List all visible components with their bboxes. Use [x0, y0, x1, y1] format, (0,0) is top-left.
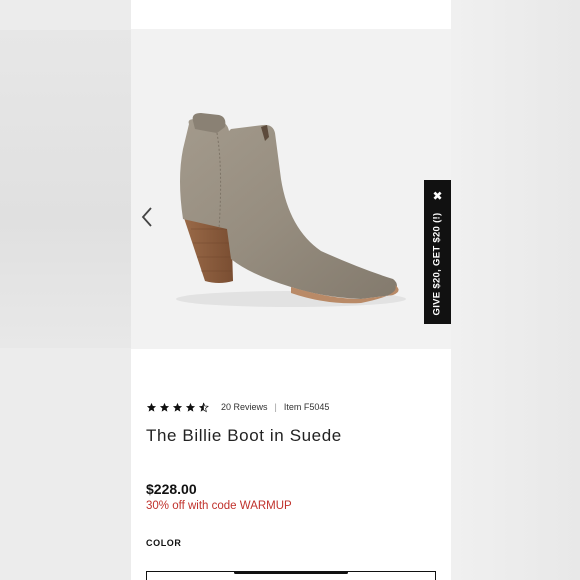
star-icon	[146, 402, 157, 412]
star-icon	[172, 402, 183, 412]
meta-divider: |	[274, 402, 277, 412]
half-star-icon	[198, 402, 209, 412]
product-screen: ✖ GIVE $20, GET $20 (!) 20 Reviews | Ite…	[131, 0, 451, 580]
close-icon[interactable]: ✖	[424, 188, 451, 204]
item-number: Item F5045	[283, 402, 330, 412]
promo-tab[interactable]: ✖ GIVE $20, GET $20 (!)	[424, 180, 451, 324]
background-left	[0, 0, 131, 580]
product-meta: 20 Reviews | Item F5045	[146, 400, 329, 414]
product-image	[131, 29, 451, 349]
rating-stars	[146, 402, 211, 413]
product-price: $228.00	[146, 481, 197, 497]
star-icon	[185, 402, 196, 412]
color-label: COLOR	[146, 538, 182, 548]
scroll-indicator	[234, 571, 348, 574]
chevron-left-icon	[141, 207, 152, 227]
background-right	[451, 0, 580, 580]
discount-text: 30% off with code WARMUP	[146, 500, 292, 512]
boot-image	[176, 113, 406, 307]
promo-label: GIVE $20, GET $20 (!)	[431, 212, 443, 316]
review-count-link[interactable]: 20 Reviews	[221, 402, 268, 412]
product-title: The Billie Boot in Suede	[146, 426, 342, 445]
previous-image-button[interactable]	[139, 205, 155, 229]
star-icon	[159, 402, 170, 412]
